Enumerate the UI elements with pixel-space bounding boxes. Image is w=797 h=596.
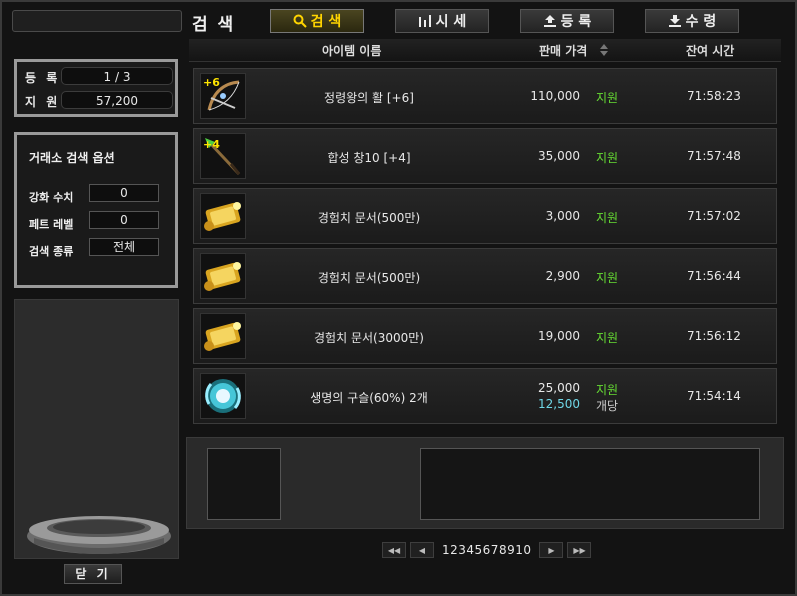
table-row[interactable]: 경험치 문서(500만) 3,000 지원 71:57:02 (193, 188, 777, 244)
enhance-badge: +4 (203, 138, 220, 151)
close-button[interactable]: 닫 기 (64, 564, 122, 584)
search-icon (293, 14, 307, 28)
remaining-time: 71:56:12 (687, 329, 741, 343)
download-icon (668, 15, 681, 27)
sort-icon[interactable] (599, 43, 609, 57)
balance-label: 지 원 (25, 95, 61, 109)
table-row[interactable]: 경험치 문서(500만) 2,900 지원 71:56:44 (193, 248, 777, 304)
item-price: 19,000 (538, 329, 580, 343)
price-unit: 지원 (596, 151, 619, 165)
tab-register-label: 등 록 (560, 14, 592, 30)
remaining-time: 71:58:23 (687, 89, 741, 103)
tab-register[interactable]: 등 록 (520, 9, 614, 33)
item-price-each: 12,500 (538, 397, 580, 411)
first-page-button[interactable]: ◀◀ (382, 542, 406, 558)
pet-level-field[interactable]: 0 (89, 211, 159, 229)
pagination: ◀◀ ◀ 12345678910 ▶ ▶▶ (382, 542, 592, 558)
table-row[interactable]: +6 정령왕의 활 [+6] 110,000 지원 71:58:23 (193, 68, 777, 124)
pedestal-icon (27, 516, 171, 554)
last-page-button[interactable]: ▶▶ (567, 542, 592, 558)
col-sale-price[interactable]: 판매 가격 (539, 42, 587, 59)
price-unit: 지원 (596, 331, 619, 345)
remaining-time: 71:54:14 (687, 389, 741, 403)
search-options-heading: 거래소 검색 옵션 (29, 151, 115, 165)
pet-level-label: 페트 레벨 (29, 218, 74, 231)
window-title: 검 색 (192, 15, 236, 35)
item-name: 합성 창10 [+4] (327, 151, 411, 165)
tab-search[interactable]: 검 색 (270, 9, 364, 33)
table-row[interactable]: 생명의 구슬(60%) 2개 25,000 지원 12,500 개당 71:54… (193, 368, 777, 424)
tab-search-label: 검 색 (310, 14, 342, 30)
col-remaining-time: 잔여 시간 (686, 44, 735, 58)
col-item-name: 아이템 이름 (322, 44, 382, 58)
tab-receive[interactable]: 수 령 (645, 9, 739, 33)
item-price: 3,000 (545, 209, 580, 223)
scroll-icon (200, 193, 246, 239)
market-window: 검 색 검 색 시 세 등 록 수 령 등 록 1 / 3 지 원 57,200… (0, 0, 797, 596)
tab-price-trend-label: 시 세 (435, 14, 467, 30)
balance-value: 57,200 (61, 91, 173, 109)
page-numbers[interactable]: 12345678910 (442, 543, 531, 557)
search-type-select[interactable]: 전체 (89, 238, 159, 256)
orb-icon (200, 373, 246, 419)
table-row[interactable]: +4 합성 창10 [+4] 35,000 지원 71:57:48 (193, 128, 777, 184)
registered-label: 등 록 (25, 71, 61, 85)
item-slot[interactable] (207, 448, 281, 520)
bar-chart-icon (418, 15, 431, 27)
item-detail-area (420, 448, 760, 520)
enhance-badge: +6 (203, 76, 220, 89)
table-header: 아이템 이름 판매 가격 잔여 시간 (189, 39, 781, 62)
price-unit: 지원 (596, 383, 619, 397)
item-name: 정령왕의 활 [+6] (324, 91, 414, 105)
price-unit: 지원 (596, 271, 619, 285)
remaining-time: 71:56:44 (687, 269, 741, 283)
item-price: 110,000 (530, 89, 580, 103)
prev-page-button[interactable]: ◀ (410, 542, 434, 558)
tab-receive-label: 수 령 (685, 14, 717, 30)
scroll-icon (200, 313, 246, 359)
remaining-time: 71:57:48 (687, 149, 741, 163)
enhance-level-field[interactable]: 0 (89, 184, 159, 202)
bow-icon: +6 (200, 73, 246, 119)
search-options-box: 거래소 검색 옵션 강화 수치 0 페트 레벨 0 검색 종류 전체 (14, 132, 178, 288)
price-unit: 지원 (596, 211, 619, 225)
item-name: 경험치 문서(500만) (317, 211, 421, 225)
next-page-button[interactable]: ▶ (539, 542, 564, 558)
spear-icon: +4 (200, 133, 246, 179)
item-name: 경험치 문서(3000만) (314, 331, 424, 345)
registered-count: 1 / 3 (61, 67, 173, 85)
item-price: 35,000 (538, 149, 580, 163)
upload-icon (543, 15, 556, 27)
search-type-label: 검색 종류 (29, 245, 74, 258)
price-unit: 지원 (596, 91, 619, 105)
item-price: 25,000 (538, 381, 580, 395)
item-name: 생명의 구슬(60%) 2개 (310, 391, 428, 405)
price-each-unit: 개당 (596, 399, 619, 413)
item-name: 경험치 문서(500만) (317, 271, 421, 285)
remaining-time: 71:57:02 (687, 209, 741, 223)
enhance-level-label: 강화 수치 (29, 191, 74, 204)
table-row[interactable]: 경험치 문서(3000만) 19,000 지원 71:56:12 (193, 308, 777, 364)
tab-price-trend[interactable]: 시 세 (395, 9, 489, 33)
account-info-box: 등 록 1 / 3 지 원 57,200 (14, 59, 178, 117)
scroll-icon (200, 253, 246, 299)
search-input[interactable] (12, 10, 182, 32)
item-price: 2,900 (545, 269, 580, 283)
